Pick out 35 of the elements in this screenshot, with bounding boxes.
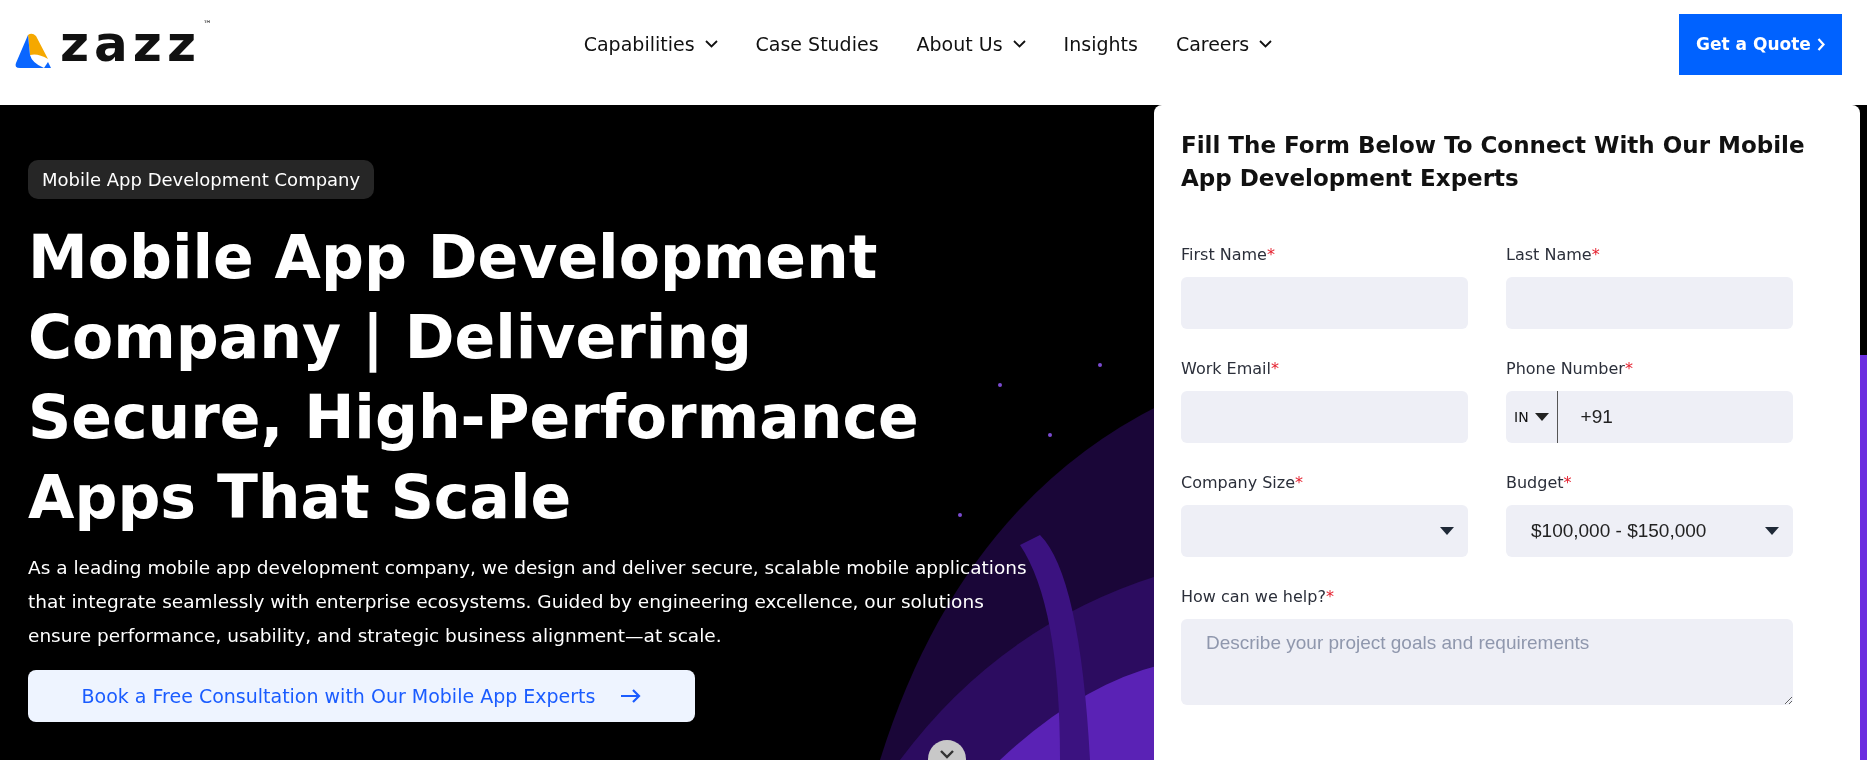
field-label: Phone Number* (1506, 359, 1634, 378)
category-badge: Mobile App Development Company (28, 160, 375, 199)
phone-field[interactable]: IN +91 (1506, 391, 1793, 443)
consultation-button[interactable]: Book a Free Consultation with Our Mobile App Experts (28, 670, 695, 722)
chevron-down-icon (1012, 40, 1026, 48)
hero-description: As a leading mobile app development company, we design and deliver secure, scalable mobile applications that integrate seamlessly with enterprise ecosystems. Guided by engineering excellence, our solutions ensure performance, usability, and strategic business alignment—at scale. (28, 556, 1028, 648)
field-label: Work Email* (1181, 359, 1280, 378)
chevron-down-icon (704, 40, 718, 48)
chevron-down-icon (1259, 40, 1273, 48)
caret-icon (1440, 527, 1454, 535)
field-label: Company Size* (1181, 473, 1305, 492)
nav-link[interactable]: Capabilities (583, 33, 718, 55)
chevron-right-icon (1816, 37, 1825, 51)
nav-link[interactable]: Case Studies (755, 33, 879, 55)
field-label: Last Name* (1506, 245, 1601, 264)
country-select[interactable]: IN (1506, 391, 1558, 443)
arrow-right-icon (621, 689, 642, 703)
field-label: Budget* (1506, 473, 1573, 492)
nav-link[interactable]: Insights (1063, 33, 1138, 55)
nav-link[interactable]: About Us (916, 33, 1026, 55)
field-label: First Name* (1181, 245, 1276, 264)
logo-icon (14, 33, 52, 69)
trademark: ™ (203, 19, 213, 29)
caret-icon (1534, 413, 1549, 421)
hero-title: Mobile App Development Company | Delivering Secure, High-Performance Apps That Scale (28, 221, 920, 534)
select-field[interactable]: $100,000 - $150,000 (1506, 505, 1793, 557)
caret-icon (1765, 527, 1779, 535)
message-field[interactable]: Describe your project goals and requirements (1181, 619, 1793, 705)
nav-link[interactable]: Careers (1175, 33, 1273, 55)
form-title: Fill The Form Below To Connect With Our Mobile App Development Experts (1181, 131, 1806, 193)
field-label: How can we help?* (1181, 587, 1335, 606)
get-quote-button[interactable]: Get a Quote (1679, 13, 1842, 75)
select-field[interactable] (1181, 505, 1468, 557)
logo-text: zazz (60, 19, 202, 69)
chevron-down-icon (940, 750, 954, 759)
